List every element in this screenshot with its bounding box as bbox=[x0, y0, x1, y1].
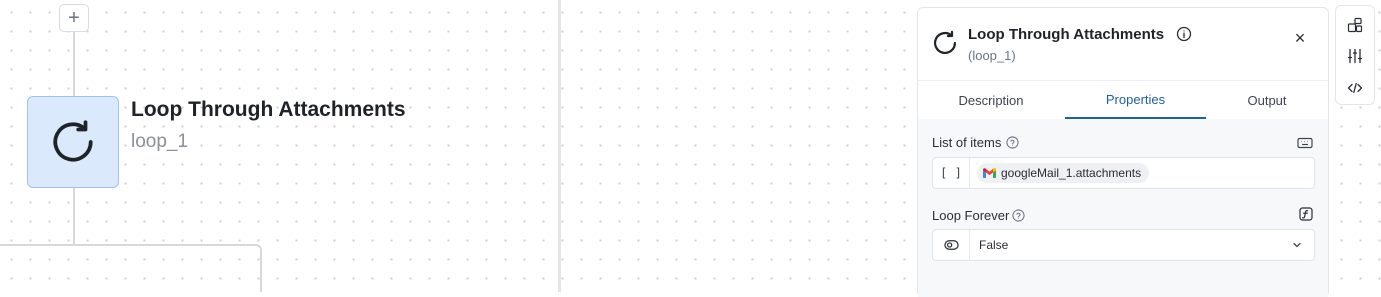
side-toolbar bbox=[1335, 5, 1375, 105]
code-view-button[interactable] bbox=[1346, 79, 1364, 97]
settings-button[interactable] bbox=[1346, 47, 1364, 65]
gmail-icon bbox=[983, 168, 996, 178]
layout-button[interactable] bbox=[1346, 16, 1364, 34]
panel-subtitle: (loop_1) bbox=[968, 48, 1016, 63]
properties-panel: Loop Through Attachments (loop_1) × Desc… bbox=[917, 7, 1329, 297]
code-icon bbox=[1347, 82, 1363, 94]
tab-description[interactable]: Description bbox=[918, 81, 1064, 119]
function-icon[interactable] bbox=[1298, 207, 1314, 221]
add-step-button[interactable]: + bbox=[59, 4, 89, 32]
array-type-prefix: [ ] bbox=[933, 158, 970, 188]
node-id: loop_1 bbox=[131, 131, 189, 152]
canvas-divider bbox=[558, 0, 561, 292]
help-icon[interactable] bbox=[1006, 136, 1019, 149]
tab-properties[interactable]: Properties bbox=[1065, 81, 1206, 119]
expression-chip[interactable]: googleMail_1.attachments bbox=[977, 163, 1150, 183]
layout-icon bbox=[1347, 17, 1363, 33]
node-title: Loop Through Attachments bbox=[131, 98, 406, 121]
close-icon: × bbox=[1294, 27, 1306, 48]
connector-line-top bbox=[73, 32, 75, 96]
boolean-type-prefix bbox=[933, 230, 970, 260]
keyboard-icon[interactable] bbox=[1297, 136, 1313, 150]
loop-node[interactable] bbox=[27, 96, 119, 188]
expression-chip-label: googleMail_1.attachments bbox=[1001, 166, 1142, 180]
branch-connector bbox=[0, 244, 262, 292]
loop-forever-label: Loop Forever bbox=[932, 208, 1010, 223]
loop-icon bbox=[930, 28, 960, 58]
help-icon[interactable] bbox=[1012, 209, 1025, 222]
connector-line-bottom bbox=[73, 188, 75, 244]
list-of-items-input[interactable]: [ ] googleMail_1.attachments bbox=[932, 157, 1315, 189]
close-button[interactable]: × bbox=[1290, 28, 1310, 48]
info-icon[interactable] bbox=[1176, 26, 1192, 42]
plus-icon: + bbox=[68, 7, 80, 29]
panel-title: Loop Through Attachments bbox=[968, 26, 1165, 43]
sliders-icon bbox=[1347, 48, 1363, 64]
list-of-items-label: List of items bbox=[932, 135, 1002, 150]
loop-forever-value: False bbox=[979, 238, 1009, 252]
loop-icon bbox=[53, 120, 93, 162]
panel-tabs: Description Properties Output bbox=[918, 80, 1328, 120]
eye-icon bbox=[943, 240, 959, 250]
loop-forever-select[interactable]: False bbox=[932, 229, 1315, 261]
chevron-down-icon bbox=[1293, 242, 1301, 248]
tab-output[interactable]: Output bbox=[1206, 81, 1328, 119]
